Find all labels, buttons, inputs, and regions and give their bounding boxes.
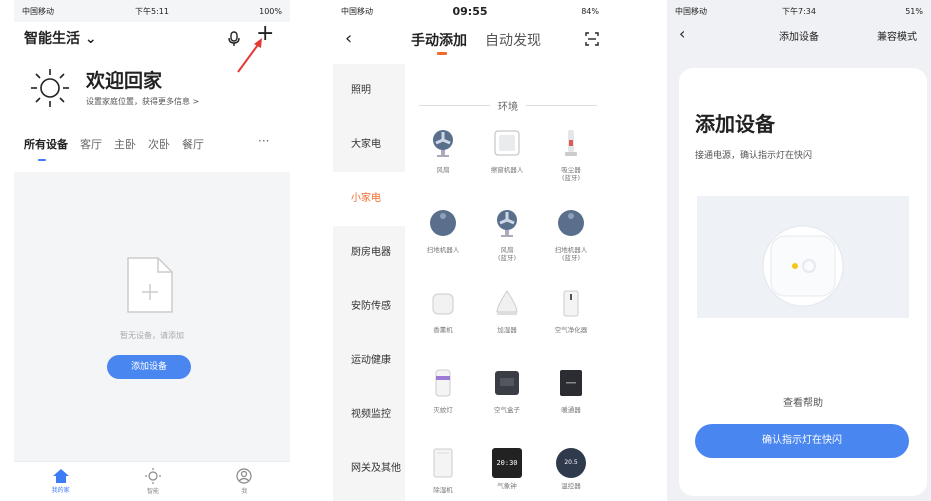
fan-icon bbox=[497, 210, 517, 237]
robot-vacuum-icon bbox=[558, 210, 584, 236]
fan-icon bbox=[433, 130, 453, 157]
category-sidebar: 照明 大家电 小家电 厨房电器 安防传感 运动健康 视频监控 网关及其他 bbox=[333, 64, 405, 501]
device-robot-vacuum[interactable]: 扫地机器人 bbox=[413, 208, 473, 254]
tab-living-room[interactable]: 客厅 bbox=[80, 136, 102, 152]
tab-second-bedroom[interactable]: 次卧 bbox=[148, 136, 170, 152]
status-time: 09:55 bbox=[452, 4, 488, 18]
instruction-card: 添加设备 接通电源，确认指示灯在快闪 查看帮助 确认指示灯在快闪 bbox=[679, 68, 927, 496]
status-time: 下午7:34 bbox=[782, 6, 816, 16]
bottom-nav: 我的家 智能 我 bbox=[14, 461, 290, 501]
phone-home-screen: 中国移动 下午5:11 100% 智能生活 ⌄ + 欢迎回家 设置家庭位置，获得… bbox=[14, 0, 290, 501]
device-mosquito-lamp[interactable]: 灭蚊灯 bbox=[413, 368, 473, 414]
device-vacuum[interactable]: 吸尘器 (蓝牙) bbox=[541, 128, 601, 182]
battery-label: 51% bbox=[905, 6, 923, 16]
active-tab-indicator bbox=[437, 52, 447, 55]
scan-icon[interactable] bbox=[585, 31, 599, 50]
category-health[interactable]: 运动健康 bbox=[333, 334, 405, 388]
device-fan[interactable]: 风扇 bbox=[413, 128, 473, 174]
compat-mode-link[interactable]: 兼容模式 bbox=[877, 28, 917, 43]
location-link[interactable]: 设置家庭位置，获得更多信息 > bbox=[86, 96, 199, 107]
device-window-robot[interactable]: 擦窗机器人 bbox=[477, 128, 537, 174]
back-icon[interactable]: ‹ bbox=[345, 28, 352, 49]
chevron-down-icon: ⌄ bbox=[84, 31, 97, 47]
device-robot-vacuum-bluetooth[interactable]: 扫地机器人 (蓝牙) bbox=[541, 208, 601, 262]
empty-state-text: 暂无设备，请添加 bbox=[120, 331, 184, 340]
status-bar: 中国移动 下午5:11 100% bbox=[14, 0, 290, 22]
purifier-icon bbox=[563, 290, 579, 317]
status-bar: 中国移动 09:55 84% bbox=[333, 0, 607, 22]
category-small-appliances[interactable]: 小家电 bbox=[333, 172, 405, 226]
tab-all-devices[interactable]: 所有设备 bbox=[24, 136, 68, 161]
category-kitchen[interactable]: 厨房电器 bbox=[333, 226, 405, 280]
device-purifier[interactable]: 空气净化器 bbox=[541, 288, 601, 334]
home-selector[interactable]: 智能生活 ⌄ bbox=[24, 28, 97, 48]
status-time: 下午5:11 bbox=[135, 6, 169, 16]
device-humidifier[interactable]: 加湿器 bbox=[477, 288, 537, 334]
add-device-button[interactable]: 添加设备 bbox=[107, 355, 191, 379]
room-tabs: 所有设备 客厅 主卧 次卧 餐厅 bbox=[24, 136, 204, 161]
welcome-title: 欢迎回家 bbox=[86, 70, 163, 92]
aroma-icon bbox=[432, 293, 454, 315]
dehumidifier-icon bbox=[433, 448, 453, 478]
carrier-label: 中国移动 bbox=[22, 6, 54, 16]
mosquito-lamp-icon bbox=[435, 369, 451, 397]
thermostat-icon: 20.5 bbox=[556, 448, 586, 478]
status-bar: 中国移动 下午7:34 51% bbox=[667, 0, 931, 22]
add-header: ‹ 手动添加 自动发现 bbox=[333, 28, 607, 58]
device-thermostat[interactable]: 20.5 温控器 bbox=[541, 448, 601, 490]
confirm-blinking-button[interactable]: 确认指示灯在快闪 bbox=[695, 424, 909, 458]
red-arrow-annotation bbox=[237, 38, 262, 73]
category-lighting[interactable]: 照明 bbox=[333, 64, 405, 118]
device-heater[interactable]: 暖通器 bbox=[541, 368, 601, 414]
tab-master-bedroom[interactable]: 主卧 bbox=[114, 136, 136, 152]
battery-label: 100% bbox=[259, 6, 282, 16]
device-fan-bluetooth[interactable]: 风扇 (蓝牙) bbox=[477, 208, 537, 262]
card-description: 接通电源，确认指示灯在快闪 bbox=[695, 151, 813, 161]
device-grid: 环境 风扇 擦窗机器人 吸尘器 (蓝牙) 扫地机器人 风扇 (蓝牙) 扫地机器人… bbox=[405, 64, 607, 501]
card-heading: 添加设备 bbox=[695, 112, 775, 136]
heater-icon bbox=[560, 370, 582, 396]
weather-clock-icon: 20:30 bbox=[492, 448, 522, 478]
category-gateway[interactable]: 网关及其他 bbox=[333, 442, 405, 496]
carrier-label: 中国移动 bbox=[675, 6, 707, 16]
device-dehumidifier[interactable]: 除湿机 bbox=[413, 448, 473, 494]
category-video[interactable]: 视频监控 bbox=[333, 388, 405, 442]
category-large-appliances[interactable]: 大家电 bbox=[333, 118, 405, 172]
nav-me[interactable]: 我 bbox=[236, 468, 252, 495]
sun-small-icon bbox=[145, 468, 161, 484]
phone-add-device-confirm: 中国移动 下午7:34 51% ‹ 添加设备 兼容模式 添加设备 接通电源，确认… bbox=[667, 0, 931, 501]
category-security[interactable]: 安防传感 bbox=[333, 280, 405, 334]
section-header: 环境 bbox=[419, 98, 597, 113]
house-icon bbox=[52, 469, 69, 483]
vacuum-icon bbox=[565, 130, 577, 156]
phone-add-device-manual: 中国移动 09:55 84% ‹ 手动添加 自动发现 照明 大家电 小家电 厨房… bbox=[333, 0, 607, 501]
humidifier-icon bbox=[496, 290, 518, 315]
device-air-box[interactable]: 空气盒子 bbox=[477, 368, 537, 414]
robot-vacuum-icon bbox=[430, 210, 456, 236]
sun-icon bbox=[28, 66, 72, 114]
device-aroma[interactable]: 香薰机 bbox=[413, 288, 473, 334]
tab-dining-room[interactable]: 餐厅 bbox=[182, 136, 204, 152]
empty-file-icon bbox=[124, 254, 176, 320]
more-icon[interactable]: ··· bbox=[258, 134, 269, 148]
battery-label: 84% bbox=[581, 6, 599, 16]
air-box-icon bbox=[495, 371, 519, 395]
nav-home[interactable]: 我的家 bbox=[52, 469, 70, 494]
screenshot-collage: 中国移动 下午5:11 100% 智能生活 ⌄ + 欢迎回家 设置家庭位置，获得… bbox=[0, 0, 931, 501]
tab-manual-add[interactable]: 手动添加 bbox=[411, 30, 467, 50]
nav-smart[interactable]: 智能 bbox=[145, 468, 161, 495]
profile-icon bbox=[236, 468, 252, 484]
device-illustration bbox=[697, 196, 909, 318]
tab-auto-discover[interactable]: 自动发现 bbox=[485, 30, 541, 50]
window-robot-icon bbox=[494, 130, 520, 156]
carrier-label: 中国移动 bbox=[341, 6, 373, 16]
device-weather-clock[interactable]: 20:30 气象钟 bbox=[477, 448, 537, 490]
help-link[interactable]: 查看帮助 bbox=[679, 394, 927, 409]
